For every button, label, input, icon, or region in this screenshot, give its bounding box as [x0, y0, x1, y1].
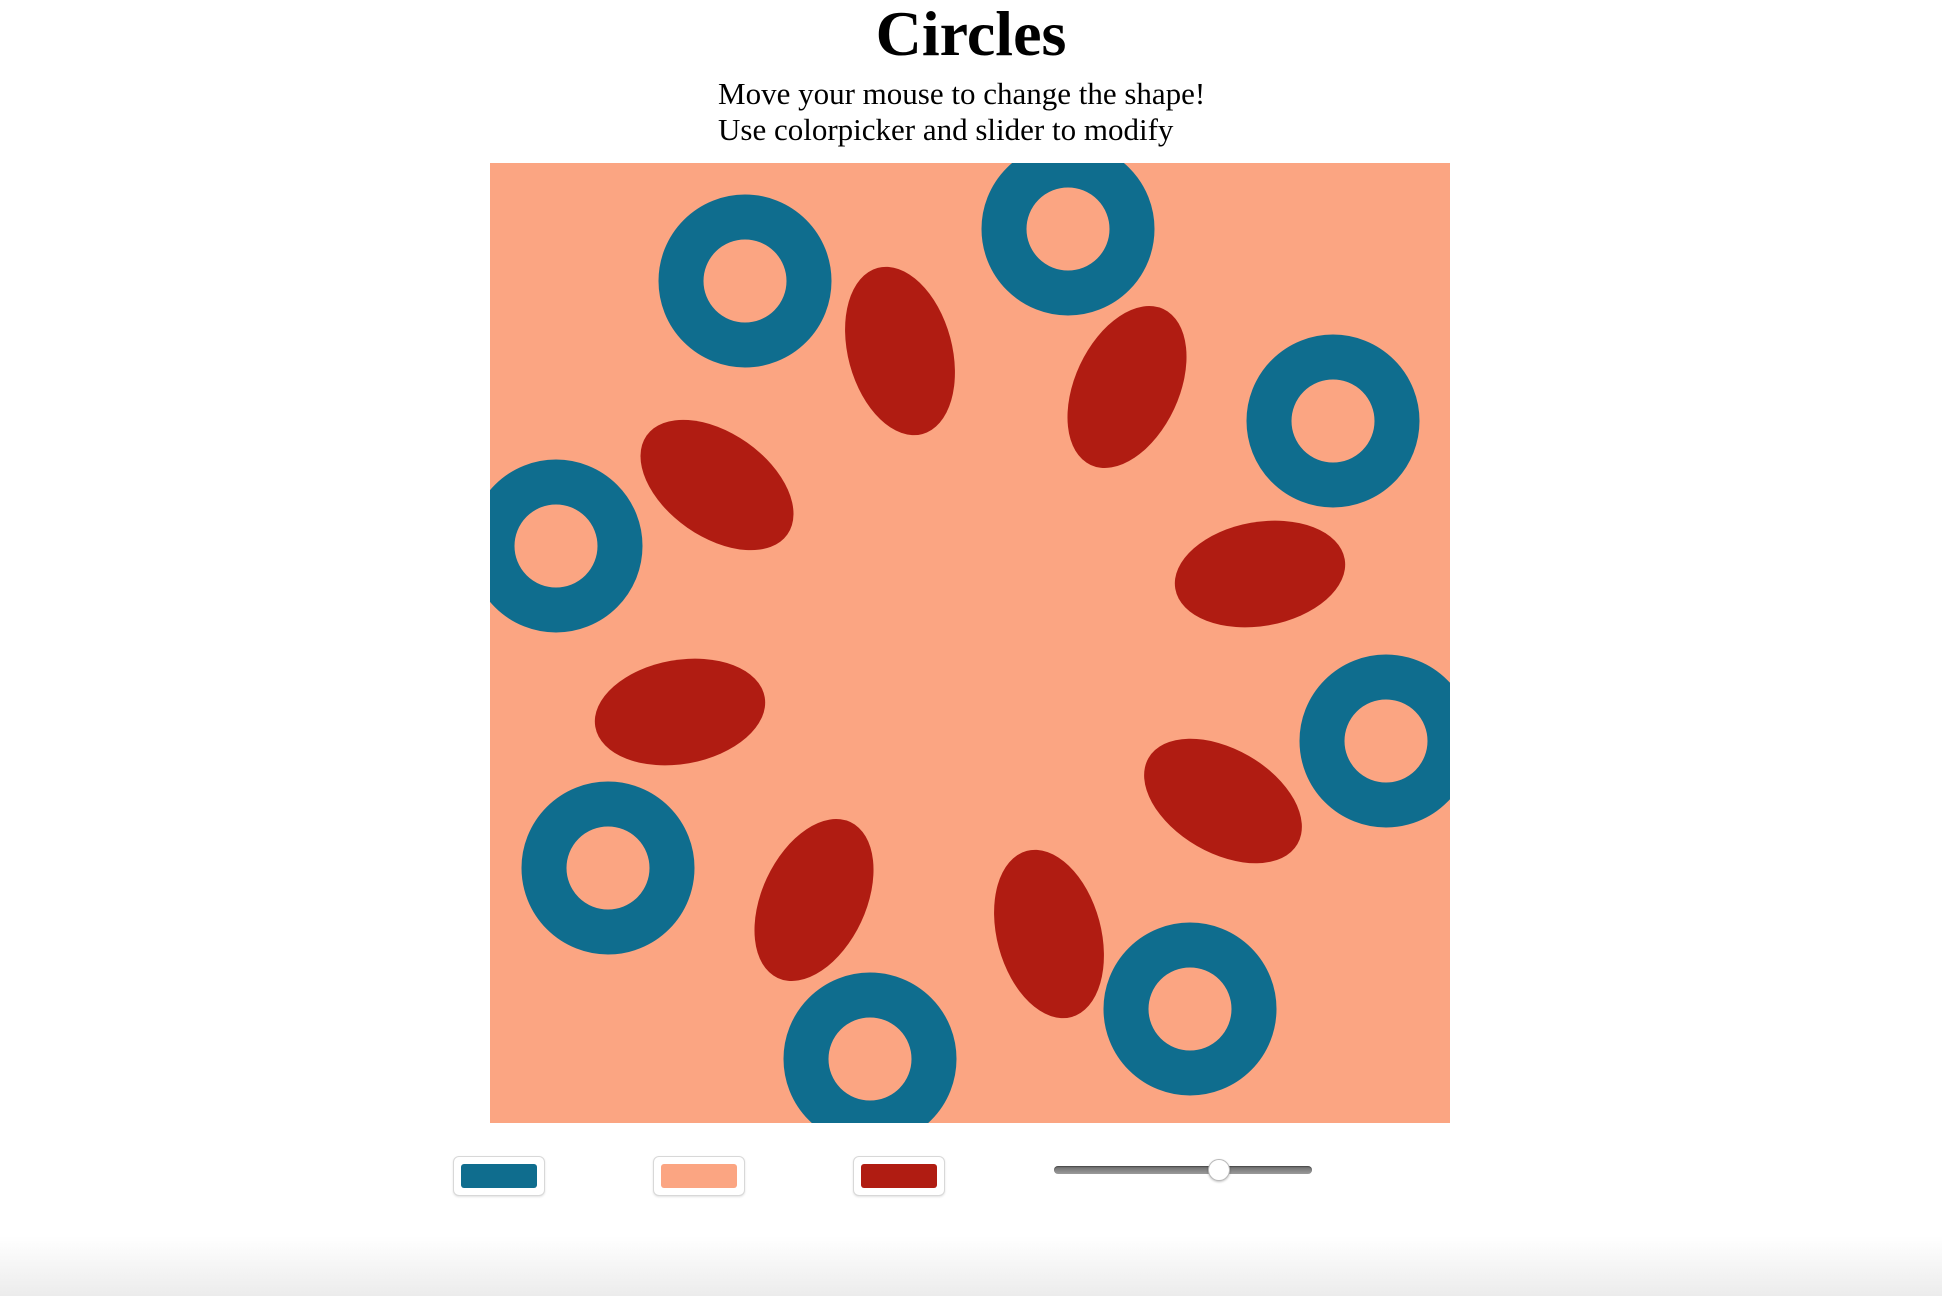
background-color-swatch [661, 1164, 737, 1188]
shape-canvas[interactable] [490, 163, 1450, 1123]
drawing-canvas[interactable] [490, 163, 1450, 1123]
instruction-line-1: Move your mouse to change the shape! [718, 76, 1206, 111]
slider-track [1054, 1166, 1312, 1174]
instructions: Move your mouse to change the shape! Use… [718, 76, 1205, 148]
background-color-picker[interactable] [653, 1156, 745, 1196]
page-title: Circles [875, 0, 1067, 69]
canvas-background [490, 163, 1450, 1123]
shape-slider[interactable] [1054, 1158, 1312, 1182]
slider-thumb[interactable] [1208, 1159, 1231, 1181]
ring-color-swatch [461, 1164, 537, 1188]
oval-color-swatch [861, 1164, 937, 1188]
ring-color-picker[interactable] [453, 1156, 545, 1196]
oval-color-picker[interactable] [853, 1156, 945, 1196]
window-bottom-edge [0, 1236, 1942, 1296]
instruction-line-2: Use colorpicker and slider to modify [718, 112, 1174, 147]
